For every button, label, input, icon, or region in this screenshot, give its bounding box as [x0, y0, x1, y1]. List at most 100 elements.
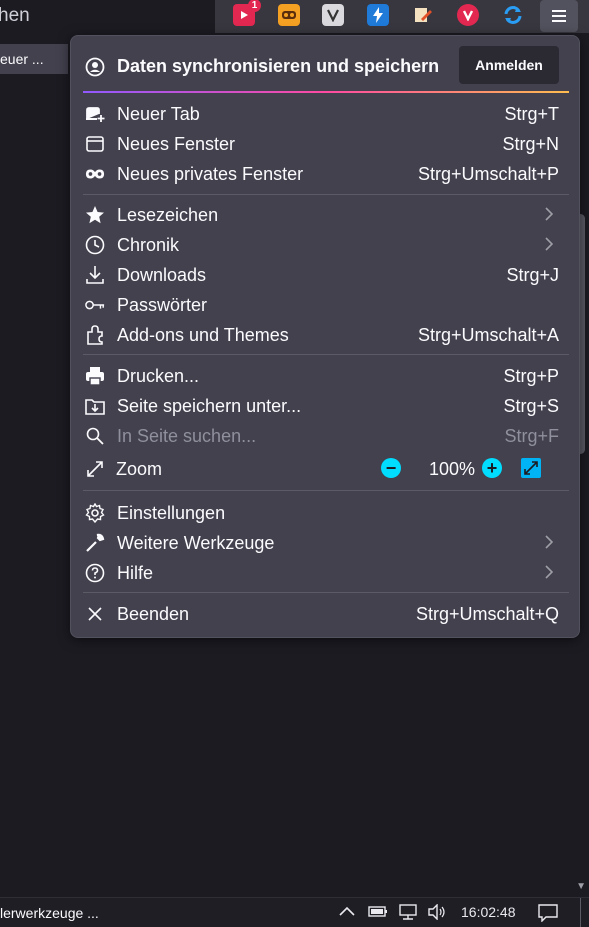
signin-button[interactable]: Anmelden — [459, 46, 559, 84]
zoom-out-button[interactable]: − — [381, 458, 401, 478]
menu-item-zoom: Zoom — [71, 454, 579, 484]
mask-icon — [85, 164, 105, 184]
menu-item-label: In Seite suchen... — [117, 426, 257, 446]
menu-item-find-in-page: In Seite suchen... Strg+F — [71, 421, 579, 451]
menu-item-settings[interactable]: Einstellungen — [71, 498, 579, 528]
zoom-icon — [85, 459, 105, 479]
edit-icon[interactable] — [412, 4, 434, 26]
puzzle-icon — [85, 325, 105, 345]
gradient-divider — [83, 91, 569, 93]
help-icon — [85, 563, 105, 583]
network-icon[interactable] — [398, 904, 418, 923]
menu-item-quit[interactable]: Beenden Strg+Umschalt+Q — [71, 599, 579, 629]
save-icon — [85, 396, 105, 416]
hamburger-line — [552, 20, 566, 22]
menu-item-more-tools[interactable]: Weitere Werkzeuge — [71, 528, 579, 558]
extension-badge: 1 — [248, 0, 261, 12]
menu-item-passwords[interactable]: Passwörter — [71, 290, 579, 320]
menu-item-save-page[interactable]: Seite speichern unter... Strg+S — [71, 391, 579, 421]
zoom-level[interactable]: 100% — [429, 459, 475, 480]
vivaldi-icon[interactable] — [457, 4, 479, 26]
extension-strip: 1 — [215, 0, 589, 33]
bookmark-item[interactable]: euer ... — [0, 44, 68, 74]
menu-item-label: Neues Fenster — [117, 134, 236, 154]
chevron-right-icon — [545, 563, 554, 584]
zoom-in-button[interactable]: + — [482, 458, 502, 478]
menu-item-bookmarks[interactable]: Lesezeichen — [71, 200, 579, 230]
search-icon — [85, 426, 105, 446]
menu-item-shortcut: Strg+Umschalt+Q — [415, 604, 559, 624]
menu-item-new-window[interactable]: Neues Fenster Strg+N — [71, 129, 579, 159]
v-icon[interactable] — [322, 4, 344, 26]
url-bar[interactable]: hen — [0, 0, 215, 33]
close-icon — [85, 604, 105, 624]
notification-icon[interactable] — [538, 904, 558, 925]
menu-separator — [83, 194, 569, 195]
new-tab-icon — [85, 104, 105, 124]
window-icon — [85, 134, 105, 154]
volume-icon[interactable] — [427, 903, 447, 923]
menu-item-shortcut: Strg+J — [506, 265, 559, 285]
menu-item-label: Seite speichern unter... — [117, 396, 302, 416]
menu-item-label: Drucken... — [117, 366, 200, 386]
sync-row[interactable]: Daten synchronisieren und speichern Anme… — [71, 36, 579, 94]
sync-title: Daten synchronisieren und speichern — [117, 56, 440, 76]
menu-separator — [83, 592, 569, 593]
menu-separator — [83, 354, 569, 355]
account-icon — [85, 57, 105, 77]
fullscreen-icon — [524, 461, 538, 475]
menu-item-history[interactable]: Chronik — [71, 230, 579, 260]
menu-item-label: Neuer Tab — [117, 104, 200, 124]
menu-item-shortcut: Strg+Umschalt+A — [417, 325, 559, 345]
battery-icon[interactable] — [368, 904, 388, 921]
menu-item-print[interactable]: Drucken... Strg+P — [71, 361, 579, 391]
bolt-icon[interactable] — [367, 4, 389, 26]
menu-item-addons[interactable]: Add-ons und Themes Strg+Umschalt+A — [71, 320, 579, 350]
menu-item-help[interactable]: Hilfe — [71, 558, 579, 588]
star-icon — [85, 205, 105, 225]
chevron-right-icon — [545, 533, 554, 554]
menu-item-label: Lesezeichen — [117, 205, 219, 225]
menu-item-label: Add-ons und Themes — [117, 325, 289, 345]
menu-item-label: Downloads — [117, 265, 207, 285]
fullscreen-button[interactable] — [521, 458, 541, 478]
chevron-right-icon — [545, 205, 554, 226]
menu-item-shortcut: Strg+N — [502, 134, 559, 154]
scroll-down-icon[interactable]: ▼ — [576, 881, 586, 892]
menu-item-new-tab[interactable]: Neuer Tab Strg+T — [71, 99, 579, 129]
menu-item-downloads[interactable]: Downloads Strg+J — [71, 260, 579, 290]
taskbar-divider — [580, 898, 581, 927]
menu-item-label: Chronik — [117, 235, 180, 255]
bookmark-label: euer ... — [0, 51, 44, 67]
youtube-icon[interactable]: 1 — [233, 0, 261, 26]
menu-item-label: Neues privates Fenster — [117, 164, 304, 184]
taskbar-app-label[interactable]: lerwerkzeuge ... — [0, 905, 99, 921]
menu-button[interactable] — [540, 0, 578, 32]
clock-time[interactable]: 16:02:48 — [461, 904, 516, 920]
menu-item-shortcut: Strg+Umschalt+P — [417, 164, 559, 184]
menu-item-label: Beenden — [117, 604, 190, 624]
menu-item-label: Passwörter — [117, 295, 208, 315]
clock-icon — [85, 235, 105, 255]
sync-arrows-icon[interactable] — [502, 4, 524, 26]
menu-item-label: Einstellungen — [117, 503, 226, 523]
menu-item-label: Zoom — [116, 459, 163, 479]
menu-item-shortcut: Strg+F — [504, 426, 559, 446]
hamburger-line — [552, 15, 566, 17]
taskbar: lerwerkzeuge ... 16:02:48 — [0, 897, 589, 927]
download-icon — [85, 265, 105, 285]
printer-icon — [85, 366, 105, 386]
menu-item-label: Hilfe — [117, 563, 154, 583]
css-icon[interactable] — [278, 4, 300, 26]
menu-item-private-window[interactable]: Neues privates Fenster Strg+Umschalt+P — [71, 159, 579, 189]
wrench-icon — [85, 533, 105, 553]
gear-icon — [85, 503, 105, 523]
url-text: hen — [0, 5, 30, 26]
key-icon — [85, 295, 105, 315]
chevron-right-icon — [545, 235, 554, 256]
menu-item-shortcut: Strg+S — [503, 396, 559, 416]
menu-item-label: Weitere Werkzeuge — [117, 533, 275, 553]
chevron-up-icon[interactable] — [339, 904, 355, 920]
menu-item-shortcut: Strg+T — [504, 104, 559, 124]
hamburger-line — [552, 10, 566, 12]
